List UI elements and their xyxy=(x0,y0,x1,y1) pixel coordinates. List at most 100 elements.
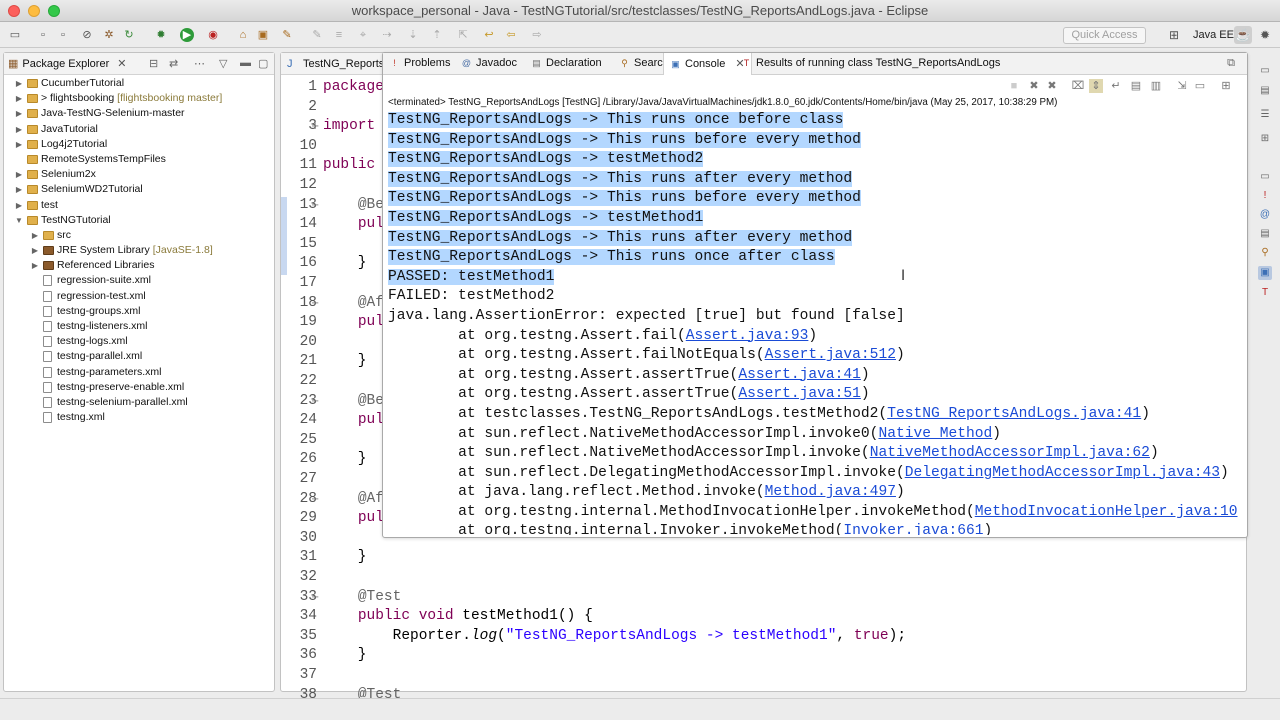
back-history-icon[interactable]: ⇦ xyxy=(504,28,518,42)
expand-arrow-icon[interactable]: ▶ xyxy=(14,91,24,106)
source-link[interactable]: Assert.java:512 xyxy=(765,347,896,363)
tree-item[interactable]: ▶ Selenium2x xyxy=(4,167,274,182)
expand-arrow-icon[interactable]: ▶ xyxy=(14,122,24,137)
new-package-icon[interactable]: ▣ xyxy=(256,28,270,42)
expand-arrow-icon[interactable]: ▶ xyxy=(14,76,24,91)
fold-toggle-icon[interactable]: − xyxy=(311,298,319,309)
debug-icon[interactable]: ✹ xyxy=(154,28,168,42)
restore2-icon[interactable]: ▭ xyxy=(1258,170,1272,184)
clear-console-icon[interactable]: ⌧ xyxy=(1071,79,1085,93)
annotation-icon[interactable]: ⇢ xyxy=(380,28,394,42)
expand-arrow-icon[interactable]: ▶ xyxy=(14,167,24,182)
tab-javadoc[interactable]: @ Javadoc xyxy=(461,57,517,69)
fold-toggle-icon[interactable]: − xyxy=(311,396,319,407)
source-link[interactable]: Native Method xyxy=(878,426,992,442)
build-icon[interactable]: ✲ xyxy=(102,28,116,42)
tree-item[interactable]: ▶ > flightsbooking [flightsbooking master… xyxy=(4,91,274,106)
fold-toggle-icon[interactable]: − xyxy=(311,592,319,603)
declaration-icon[interactable]: ▤ xyxy=(1258,227,1272,241)
remove-all-launches-icon[interactable]: ✖ xyxy=(1045,79,1059,93)
refresh-icon[interactable]: ↻ xyxy=(122,28,136,42)
external-tools-icon[interactable]: ◉ xyxy=(206,28,220,42)
close-icon[interactable]: ✕ xyxy=(117,57,126,70)
expand-arrow-icon[interactable]: ▶ xyxy=(30,228,40,243)
last-edit-icon[interactable]: ⇱ xyxy=(456,28,470,42)
tree-item[interactable]: ▶ JavaTutorial xyxy=(4,122,274,137)
console-output[interactable]: TestNG_ReportsAndLogs -> This runs once … xyxy=(388,111,1246,535)
search-view-icon[interactable]: ⚲ xyxy=(1258,246,1272,260)
fold-toggle-icon[interactable]: − xyxy=(311,200,319,211)
source-link[interactable]: DelegatingMethodAccessorImpl.java:43 xyxy=(905,465,1220,481)
hierarchy-icon[interactable]: ⊞ xyxy=(1258,132,1272,146)
expand-arrow-icon[interactable]: ▶ xyxy=(14,137,24,152)
toggle-mark-icon[interactable]: ≡ xyxy=(332,28,346,42)
tree-item[interactable]: regression-suite.xml xyxy=(4,273,274,288)
tree-item[interactable]: testng-parameters.xml xyxy=(4,365,274,380)
tree-item[interactable]: ▼ TestNGTutorial xyxy=(4,213,274,228)
tree-item[interactable]: testng-logs.xml xyxy=(4,334,274,349)
close-window-button[interactable] xyxy=(8,5,20,17)
tree-item[interactable]: testng-groups.xml xyxy=(4,304,274,319)
tree-item[interactable]: ▶ JRE System Library [JavaSE-1.8] xyxy=(4,243,274,258)
problems-icon[interactable]: ! xyxy=(1258,189,1272,203)
restore-icon[interactable]: ▭ xyxy=(1258,64,1272,78)
link-with-editor-icon[interactable]: ⇄ xyxy=(169,57,178,70)
tree-item[interactable]: RemoteSystemsTempFiles xyxy=(4,152,274,167)
word-wrap-icon[interactable]: ↵ xyxy=(1109,79,1123,93)
view-menu-icon[interactable]: ▽ xyxy=(219,57,227,70)
outline-icon[interactable]: ▤ xyxy=(1258,84,1272,98)
minimize-icon[interactable]: ▬ xyxy=(240,57,251,69)
source-link[interactable]: Assert.java:41 xyxy=(738,367,861,383)
remove-launch-icon[interactable]: ✖ xyxy=(1027,79,1041,93)
maximize-icon[interactable]: ▢ xyxy=(258,57,268,70)
source-link[interactable]: Invoker.java:661 xyxy=(843,523,983,535)
expand-arrow-icon[interactable]: ▶ xyxy=(14,198,24,213)
tab-console[interactable]: ▣ Console ✕ xyxy=(663,53,752,76)
tree-item[interactable]: testng-listeners.xml xyxy=(4,319,274,334)
expand-arrow-icon[interactable]: ▶ xyxy=(14,182,24,197)
tree-item[interactable]: ▶ Java-TestNG-Selenium-master xyxy=(4,106,274,121)
collapse-all-icon[interactable]: ⊟ xyxy=(149,57,158,70)
tree-item[interactable]: ▶ src xyxy=(4,228,274,243)
java-perspective-icon[interactable]: ☕ xyxy=(1234,26,1252,44)
pin-console-icon[interactable]: ⇲ xyxy=(1175,79,1189,93)
search-icon[interactable]: ✎ xyxy=(310,28,324,42)
task-list-icon[interactable]: ☰ xyxy=(1258,108,1272,122)
save-icon[interactable]: ▫ xyxy=(36,28,50,42)
new-icon[interactable]: ▭ xyxy=(8,28,22,42)
show-stderr-icon[interactable]: ▥ xyxy=(1149,79,1163,93)
tab-declaration[interactable]: ▤ Declaration xyxy=(531,57,601,69)
maximize-window-button[interactable] xyxy=(48,5,60,17)
tree-item[interactable]: testng-parallel.xml xyxy=(4,349,274,364)
perspective-label[interactable]: Java EE xyxy=(1193,29,1234,41)
expand-arrow-icon[interactable]: ▶ xyxy=(30,243,40,258)
expand-arrow-icon[interactable]: ▶ xyxy=(30,258,40,273)
tree-item[interactable]: ▶ SeleniumWD2Tutorial xyxy=(4,182,274,197)
tree-item[interactable]: ▶ Referenced Libraries xyxy=(4,258,274,273)
tree-item[interactable]: testng.xml xyxy=(4,410,274,425)
open-perspective-icon[interactable]: ⊞ xyxy=(1165,26,1183,44)
quick-access-input[interactable]: Quick Access xyxy=(1063,27,1146,44)
tab-problems[interactable]: ! Problems xyxy=(389,57,450,69)
terminate-icon[interactable]: ■ xyxy=(1007,79,1021,93)
forward-icon[interactable]: ⇨ xyxy=(530,28,544,42)
pin-icon[interactable]: ⌖ xyxy=(356,28,370,42)
source-link[interactable]: Assert.java:93 xyxy=(686,328,809,344)
tab-search[interactable]: ⚲ Search xyxy=(619,57,669,69)
open-type-icon[interactable]: ✎ xyxy=(280,28,294,42)
prev-annotation-icon[interactable]: ⇡ xyxy=(430,28,444,42)
save-all-icon[interactable]: ▫ xyxy=(56,28,70,42)
fold-toggle-icon[interactable]: + xyxy=(311,121,319,132)
source-link[interactable]: Assert.java:51 xyxy=(738,386,861,402)
console-icon[interactable]: ▣ xyxy=(1258,266,1272,280)
back-icon[interactable]: ↩ xyxy=(482,28,496,42)
show-console-icon[interactable]: ▤ xyxy=(1129,79,1143,93)
source-link[interactable]: TestNG_ReportsAndLogs.java:41 xyxy=(887,406,1141,422)
fold-toggle-icon[interactable]: − xyxy=(311,494,319,505)
tree-item[interactable]: testng-preserve-enable.xml xyxy=(4,380,274,395)
source-link[interactable]: Method.java:497 xyxy=(765,484,896,500)
expand-arrow-icon[interactable]: ▼ xyxy=(14,213,24,228)
tab-results[interactable]: T Results of running class TestNG_Reports… xyxy=(741,57,1001,69)
maximize-panel-icon[interactable]: ⧉ xyxy=(1227,57,1235,70)
minimize-window-button[interactable] xyxy=(28,5,40,17)
